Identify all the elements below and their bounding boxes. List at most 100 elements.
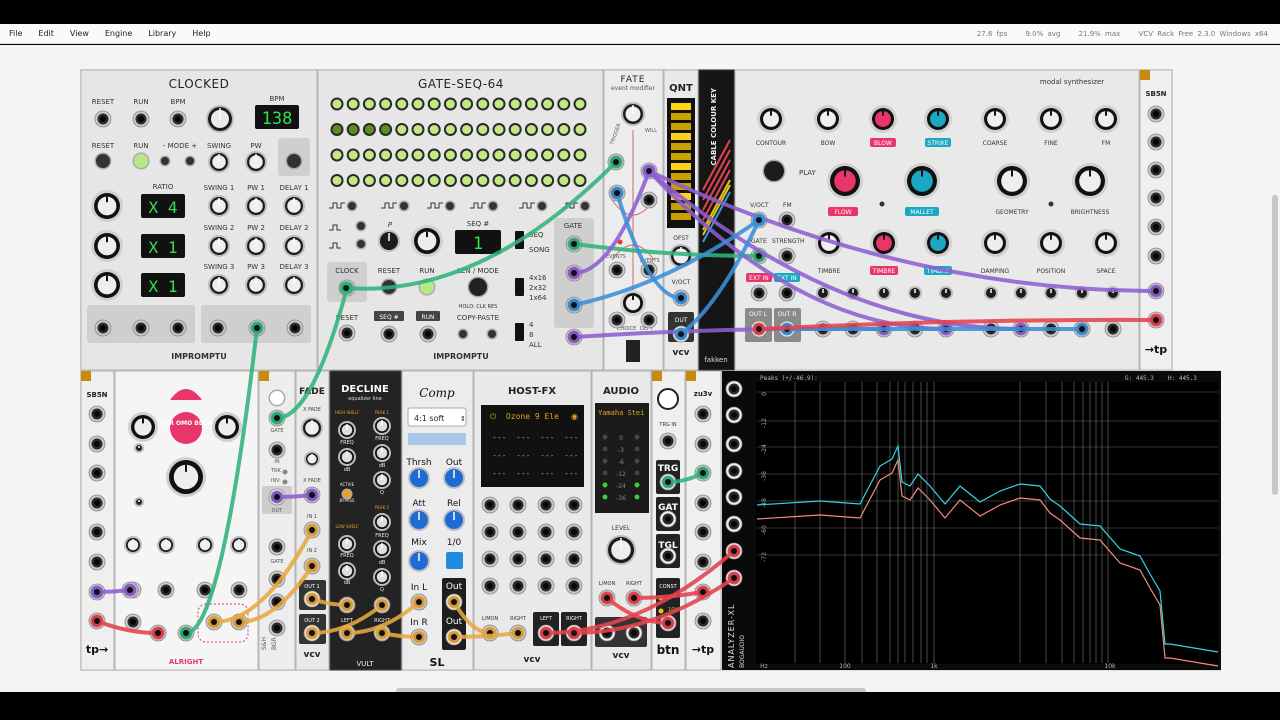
gate-step-pad[interactable]: [460, 174, 474, 187]
sb5n-bottom-jack-2[interactable]: [88, 435, 106, 453]
hostfx-param-jack[interactable]: [565, 577, 583, 595]
gate-step-pad[interactable]: [524, 148, 538, 162]
chromoblob-knob-small[interactable]: [230, 536, 248, 554]
gate-step-pad[interactable]: [476, 148, 490, 162]
sb5n-bottom-jack-3[interactable]: [88, 464, 106, 482]
gate-step-pad[interactable]: [330, 148, 344, 162]
gate-step-pad[interactable]: [362, 123, 376, 136]
modal-extin-1-jack[interactable]: [750, 284, 768, 302]
gate-step-pad[interactable]: [395, 174, 409, 187]
clocked-swing-2-knob[interactable]: [208, 235, 230, 257]
gate-copy-button[interactable]: [457, 328, 469, 340]
modal-attenuverter-knob[interactable]: [984, 286, 998, 300]
hostfx-param-jack[interactable]: [481, 577, 499, 595]
gate-prob-button[interactable]: [355, 220, 367, 232]
gate-step-pad[interactable]: [476, 97, 490, 111]
gate-step-pad[interactable]: [443, 174, 457, 187]
gate-step-pad[interactable]: [330, 123, 344, 136]
clocked-swing-3-knob[interactable]: [208, 274, 230, 296]
clocked-pw-2-knob[interactable]: [245, 235, 267, 257]
gate-paste-button[interactable]: [486, 328, 498, 340]
sb5n-top-jack-5[interactable]: [1147, 218, 1165, 236]
comp-knob[interactable]: [443, 467, 465, 489]
qnt-note-key[interactable]: [671, 213, 691, 220]
clocked-delay-1-knob[interactable]: [283, 195, 305, 217]
clocked-pw-3-knob[interactable]: [245, 274, 267, 296]
chromoblob-cv-jack[interactable]: [230, 581, 248, 599]
zu3v-jack-4[interactable]: [694, 494, 712, 512]
hostfx-param-jack[interactable]: [565, 523, 583, 541]
gate-step-pad[interactable]: [508, 123, 522, 136]
chromoblob-mini-switch[interactable]: [134, 443, 144, 453]
clocked-out-reset-jack[interactable]: [94, 319, 112, 337]
analyzer-jack-5[interactable]: [725, 488, 743, 506]
qnt-note-key[interactable]: [671, 123, 691, 130]
btn-tgl-jack[interactable]: [659, 547, 677, 565]
gate-step-pad[interactable]: [508, 148, 522, 162]
gate-step-pad[interactable]: [557, 148, 571, 162]
gate-step-pad[interactable]: [573, 97, 587, 111]
modal-brightness-knob[interactable]: [1072, 163, 1108, 199]
decline-knob[interactable]: [338, 535, 356, 553]
xfade-knob[interactable]: [301, 417, 323, 439]
analyzer-jack-6[interactable]: [725, 515, 743, 533]
gate-step-pad[interactable]: [443, 123, 457, 136]
sb5n-bottom-jack-5[interactable]: [88, 523, 106, 541]
chromoblob-cv-jack[interactable]: [157, 581, 175, 599]
vertical-scrollbar[interactable]: [1272, 195, 1278, 495]
fate-events-out-jack[interactable]: [608, 261, 626, 279]
chromoblob-knob-right[interactable]: [212, 412, 242, 442]
fade-in-jack[interactable]: [268, 441, 286, 459]
clocked-in-bpm-jack[interactable]: [169, 110, 187, 128]
hostfx-param-jack[interactable]: [509, 496, 527, 514]
analyzer-jack-2[interactable]: [725, 406, 743, 424]
gate-step-pad[interactable]: [330, 97, 344, 111]
gate-step-pad[interactable]: [524, 97, 538, 111]
clocked-clk-button[interactable]: [285, 152, 303, 170]
hostfx-power-icon[interactable]: ⏻: [490, 412, 497, 421]
gate-step-pad[interactable]: [379, 97, 393, 111]
modal-attenuverter-knob[interactable]: [939, 286, 953, 300]
modal-attenuverter-knob[interactable]: [1014, 286, 1028, 300]
gate-step-pad[interactable]: [427, 97, 441, 111]
gate-step-pad[interactable]: [443, 97, 457, 111]
gate-step-pad[interactable]: [460, 123, 474, 136]
hostfx-param-jack[interactable]: [509, 577, 527, 595]
decline-active-button[interactable]: [341, 488, 353, 500]
qnt-note-key[interactable]: [671, 113, 691, 120]
gate-step-pad[interactable]: [395, 97, 409, 111]
modal-contour-knob[interactable]: [757, 105, 785, 133]
gate-step-pad[interactable]: [557, 174, 571, 187]
audio-device[interactable]: Yamaha Stei: [598, 409, 644, 417]
module-analyzer-xl[interactable]: Peaks (+/-46.9): G: 445.3 H: 445.3 0 -12 -…: [722, 371, 1221, 670]
qnt-note-key[interactable]: [671, 143, 691, 150]
clocked-in-run-jack[interactable]: [132, 110, 150, 128]
clocked-reset-button[interactable]: [94, 152, 112, 170]
modal-coarse-knob[interactable]: [981, 105, 1009, 133]
len-switch[interactable]: [515, 323, 524, 341]
qnt-note-key[interactable]: [671, 133, 691, 140]
rack-modules[interactable]: CLOCKED RESET RUN BPM RESET RUN - MODE + SWING…: [0, 0, 1280, 720]
sb5n-top-jack-6[interactable]: [1147, 247, 1165, 265]
gate-step-pad[interactable]: [524, 123, 538, 136]
sb5n-top-jack-1[interactable]: [1147, 105, 1165, 123]
module-cable-colour-key[interactable]: CABLE COLOUR KEY fakken: [698, 69, 735, 371]
decline-knob[interactable]: [338, 562, 356, 580]
gate-step-pad[interactable]: [362, 174, 376, 187]
btn-push-button[interactable]: [657, 388, 679, 410]
fade-bgr-jack[interactable]: [268, 619, 286, 637]
gate-prob-button-2[interactable]: [355, 238, 367, 250]
gate-seqnum-knob[interactable]: [411, 225, 443, 257]
gate-step-pad[interactable]: [379, 148, 393, 162]
qnt-note-key[interactable]: [671, 103, 691, 110]
chromoblob-knob-small[interactable]: [124, 536, 142, 554]
gate-mode-button[interactable]: [579, 200, 591, 212]
gate-step-pad[interactable]: [541, 174, 555, 187]
gate-step-pad[interactable]: [508, 174, 522, 187]
gate-step-pad[interactable]: [427, 148, 441, 162]
gate-step-pad[interactable]: [362, 148, 376, 162]
modal-fine-knob[interactable]: [1037, 105, 1065, 133]
hostfx-eye-icon[interactable]: ◉: [571, 412, 578, 421]
clocked-delay-2-knob[interactable]: [283, 235, 305, 257]
comp-onoff-button[interactable]: [446, 552, 463, 569]
